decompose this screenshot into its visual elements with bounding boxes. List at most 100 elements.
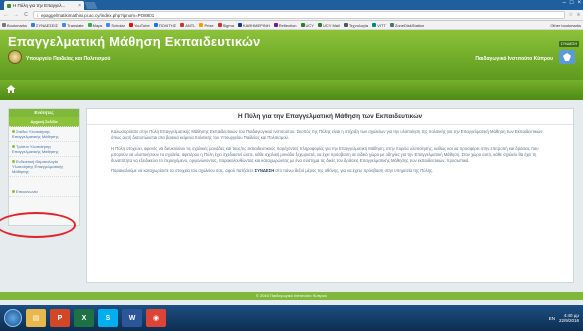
institute-logo-icon [559, 50, 575, 64]
bookmark-label: ΠΟΛΙΤΗΣ [158, 22, 177, 28]
sidebar-item-contact[interactable]: Επικοινωνία [9, 187, 79, 197]
home-icon[interactable] [6, 84, 16, 94]
taskbar: ▤ P X S W ◉ EN 4:40 μμ 22/9/2016 [0, 305, 583, 331]
info-icon[interactable]: i [37, 13, 38, 18]
annotation-circle [0, 212, 76, 238]
bookmark-icon [106, 23, 111, 27]
sidebar-item-label: Αρχική Σελίδα [30, 119, 58, 124]
address-input[interactable]: i epaggelmatikimathisi.pi.ac.cy/index.ph… [33, 11, 565, 19]
bookmark-item[interactable]: UCY [300, 22, 314, 28]
bookmark-label: VITT [377, 22, 386, 28]
forward-button[interactable]: → [13, 12, 19, 18]
bookmark-item[interactable]: VITT [372, 23, 386, 28]
bookmark-label: ΚΑΘΗΜΕΡΙΝΗ [242, 22, 270, 28]
register-paragraph: Παρακαλούμε να καταχωρίσετε τα στοιχεία … [87, 164, 573, 174]
bookmark-label: Translate [67, 22, 84, 28]
site-title: Επαγγελματική Μάθηση Εκπαιδευτικών [8, 34, 261, 49]
sidebar-heading: Ενότητες [9, 109, 79, 117]
bookmark-icon [273, 23, 278, 27]
login-button[interactable]: ΣΥΝΔΕΣΗ [558, 41, 579, 47]
address-bar-row: ← → C i epaggelmatikimathisi.pi.ac.cy/in… [0, 10, 583, 21]
bookmark-label: YouTube [133, 22, 150, 28]
clock[interactable]: 4:40 μμ 22/9/2016 [559, 313, 579, 323]
main-content: Η Πύλη για την Επαγγελματική Μάθηση των … [86, 108, 574, 283]
login-link[interactable]: ΣΥΝΔΕΣΗ [255, 168, 275, 173]
sidebar-item-label: Στάδια Υλοποίησης Επαγγελματικής Μάθησης [12, 129, 59, 139]
close-tab-icon[interactable]: × [78, 3, 81, 9]
home-bar [0, 80, 583, 100]
language-indicator[interactable]: EN [549, 316, 555, 321]
new-tab-button[interactable] [84, 2, 98, 9]
bookmark-item[interactable]: Sigma [217, 22, 234, 28]
bookmark-icon [343, 23, 348, 27]
sidebar-item-label: Επικοινωνία [16, 189, 38, 194]
sidebar: Ενότητες Αρχική Σελίδα Στάδια Υλοποίησης… [8, 108, 80, 226]
menu-icon[interactable]: ≡ [577, 12, 580, 18]
back-button[interactable]: ← [3, 12, 9, 18]
bookmark-icon [317, 23, 322, 27]
bookmark-item[interactable]: YouTube [128, 22, 150, 28]
bookmarks-bar: Bookmarks ΣΥΝΔΕΣΕΙΣ Translate Maps Scholar Yo… [0, 21, 583, 30]
bookmark-item[interactable]: Translate [62, 23, 84, 28]
bullet-icon [12, 160, 15, 164]
sidebar-item-home[interactable]: Αρχική Σελίδα [9, 117, 79, 127]
bookmark-item[interactable]: Τεχνολογία [343, 23, 368, 28]
minimize-button[interactable]: – [563, 0, 566, 6]
bookmark-item[interactable]: ANTL [180, 23, 195, 28]
bookmark-item[interactable]: Maps [87, 22, 103, 28]
browser-tab-strip: Η Πύλη για την Επαγγελ... × – □ × [0, 0, 583, 10]
chrome-icon[interactable]: ◉ [146, 309, 166, 327]
start-button[interactable] [4, 309, 22, 327]
bookmark-item[interactable]: Bookmarks [2, 23, 27, 28]
bookmark-icon [199, 23, 204, 27]
bookmark-item[interactable]: Reflection [273, 22, 297, 28]
sidebar-item-topics[interactable]: Ενδεικτική Θεματολογία Υλοποίησης Επαγγε… [9, 157, 79, 177]
powerpoint-icon[interactable]: P [50, 309, 70, 327]
close-window-button[interactable]: × [577, 0, 581, 6]
bookmark-item[interactable]: Scholar [106, 23, 125, 28]
other-bookmarks[interactable]: Other bookmarks [550, 23, 581, 28]
address-text: epaggelmatikimathisi.pi.ac.cy/index.php?… [41, 12, 155, 18]
sidebar-item-label: Ενδεικτική Θεματολογία Υλοποίησης Επαγγε… [12, 159, 64, 174]
bullet-icon [12, 130, 15, 134]
bookmark-label: UCY [305, 22, 314, 28]
bookmark-label: Sigma [222, 22, 234, 28]
bookmark-icon [372, 23, 377, 27]
bookmark-label: Maps [92, 22, 103, 28]
bookmark-icon [2, 23, 6, 27]
bookmark-icon [153, 23, 158, 27]
page-body: Ενότητες Αρχική Σελίδα Στάδια Υλοποίησης… [0, 100, 583, 305]
bookmark-label: UCY Mail [322, 22, 340, 28]
bookmark-icon [128, 23, 133, 27]
cyprus-emblem-icon [8, 50, 22, 64]
bookmark-item[interactable]: ΣΥΝΔΕΣΕΙΣ [31, 23, 58, 28]
system-tray: EN 4:40 μμ 22/9/2016 [549, 313, 579, 323]
bookmark-label: Bookmarks [7, 22, 28, 28]
bookmark-item[interactable]: UCY Mail [317, 22, 340, 28]
tab-title: Η Πύλη για την Επαγγελ... [13, 3, 66, 8]
bookmark-item[interactable]: ΚΑΘΗΜΕΡΙΝΗ [237, 22, 270, 28]
bookmark-icon [237, 23, 242, 27]
explorer-icon[interactable]: ▤ [26, 309, 46, 327]
excel-icon[interactable]: X [74, 309, 94, 327]
skype-icon[interactable]: S [98, 309, 118, 327]
bookmark-icon [389, 23, 394, 27]
sidebar-item-stages[interactable]: Στάδια Υλοποίησης Επαγγελματικής Μάθησης [9, 127, 79, 142]
bookmark-item[interactable]: ZoneDiskStation [389, 23, 424, 28]
bookmark-label: Scholar [111, 22, 125, 28]
bookmark-label: Reflection [278, 22, 297, 28]
word-icon[interactable]: W [122, 309, 142, 327]
browser-tab[interactable]: Η Πύλη για την Επαγγελ... × [4, 1, 84, 10]
bookmark-icon [180, 23, 185, 27]
bookmark-label: ΣΥΝΔΕΣΕΙΣ [36, 22, 59, 28]
ministry-name: Υπουργείο Παιδείας και Πολιτισμού [26, 56, 111, 62]
sidebar-item-label: Τρόποι Υλοποίησης Επαγγελματικής Μάθησης [12, 144, 59, 154]
sidebar-item-methods[interactable]: Τρόποι Υλοποίησης Επαγγελματικής Μάθησης [9, 142, 79, 157]
page-title: Η Πύλη για την Επαγγελματική Μάθηση των … [87, 109, 573, 125]
reload-button[interactable]: C [23, 12, 29, 18]
footer: © 2016 Παιδαγωγικό Ινστιτούτο Κύπρου [0, 292, 583, 300]
bookmark-item[interactable]: ΠΟΛΙΤΗΣ [153, 22, 177, 28]
bookmark-star-icon[interactable]: ☆ [569, 12, 573, 18]
bookmark-item[interactable]: Prize [199, 23, 214, 28]
maximize-button[interactable]: □ [570, 0, 574, 6]
